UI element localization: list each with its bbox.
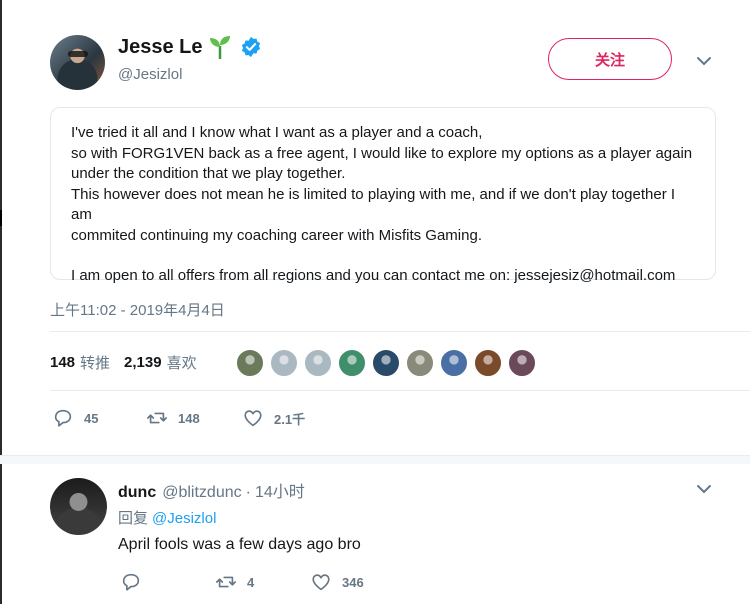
author-avatar[interactable] (50, 35, 105, 90)
reply-time[interactable]: 14小时 (255, 478, 305, 502)
tweet-timestamp[interactable]: 上午11:02 - 2019年4月4日 (50, 299, 225, 320)
reply-icon (54, 409, 72, 427)
reply-text: April fools was a few days ago bro (118, 536, 361, 553)
reply-author-avatar[interactable] (50, 478, 107, 535)
replying-to-label: 回复 (118, 510, 149, 527)
like-count[interactable]: 2,139 (124, 354, 162, 371)
reply-retweet-action[interactable]: 4 (215, 571, 254, 593)
reply-author-handle[interactable]: @blitzdunc (162, 484, 241, 502)
liker-avatar[interactable] (337, 348, 367, 378)
liker-avatar[interactable] (473, 348, 503, 378)
liker-avatar[interactable] (507, 348, 537, 378)
liker-avatar[interactable] (235, 348, 265, 378)
reply-mention-link[interactable]: @Jesizlol (152, 510, 216, 527)
chevron-down-icon[interactable] (696, 484, 712, 494)
retweet-label[interactable]: 转推 (80, 352, 110, 373)
section-gap (0, 456, 750, 464)
window-edge (0, 0, 2, 604)
divider (50, 390, 750, 391)
reply-retweet-count: 4 (247, 574, 255, 590)
liker-avatar[interactable] (439, 348, 469, 378)
liker-avatar[interactable] (303, 348, 333, 378)
tweet-line: so with FORG1VEN back as a free agent, I… (71, 144, 693, 162)
verified-badge-icon (241, 36, 261, 58)
follow-button[interactable]: 关注 (548, 38, 672, 80)
separator-dot: · (245, 484, 251, 501)
replying-to: 回复 @Jesizlol (118, 507, 216, 528)
reply-icon (122, 573, 140, 591)
retweet-count[interactable]: 148 (50, 354, 75, 371)
reply-author-name[interactable]: dunc (118, 484, 156, 502)
tweet-line: I am open to all offers from all regions… (71, 267, 676, 284)
sprout-icon (210, 36, 230, 59)
reply-count: 45 (84, 410, 99, 426)
tweet-body: I've tried it all and I know what I want… (50, 107, 716, 284)
like-label[interactable]: 喜欢 (167, 352, 197, 373)
retweet-action[interactable]: 148 (146, 407, 200, 429)
author-handle[interactable]: @Jesizlol (118, 66, 182, 83)
reply-action[interactable]: 45 (52, 407, 98, 429)
liker-avatar[interactable] (371, 348, 401, 378)
reply-header: dunc @blitzdunc · 14小时 (118, 478, 305, 502)
author-name[interactable]: Jesse Le (118, 36, 203, 59)
tweet-line: This however does not mean he is limited… (71, 185, 676, 224)
tweet-line: commited continuing my coaching career w… (71, 226, 482, 244)
chevron-down-icon[interactable] (696, 56, 712, 66)
reply-reply-action[interactable] (120, 571, 152, 593)
heart-icon (244, 410, 262, 427)
reply-like-action[interactable]: 346 (310, 571, 364, 593)
retweet-icon (147, 412, 167, 424)
like-action[interactable]: 2.1千 (242, 407, 305, 429)
retweet-icon (216, 576, 236, 588)
tweet-stats: 148 转推 2,139 喜欢 (50, 352, 197, 373)
like-action-count: 2.1千 (274, 411, 306, 427)
liker-avatar[interactable] (269, 348, 299, 378)
divider (50, 331, 750, 332)
window-edge-mark (0, 210, 2, 226)
tweet-line: I've tried it all and I know what I want… (71, 124, 483, 141)
retweet-action-count: 148 (178, 410, 200, 426)
tweet-line: under the condition that we play togethe… (71, 165, 346, 182)
heart-icon (312, 574, 330, 591)
liker-avatar[interactable] (405, 348, 435, 378)
reply-like-count: 346 (342, 574, 364, 590)
